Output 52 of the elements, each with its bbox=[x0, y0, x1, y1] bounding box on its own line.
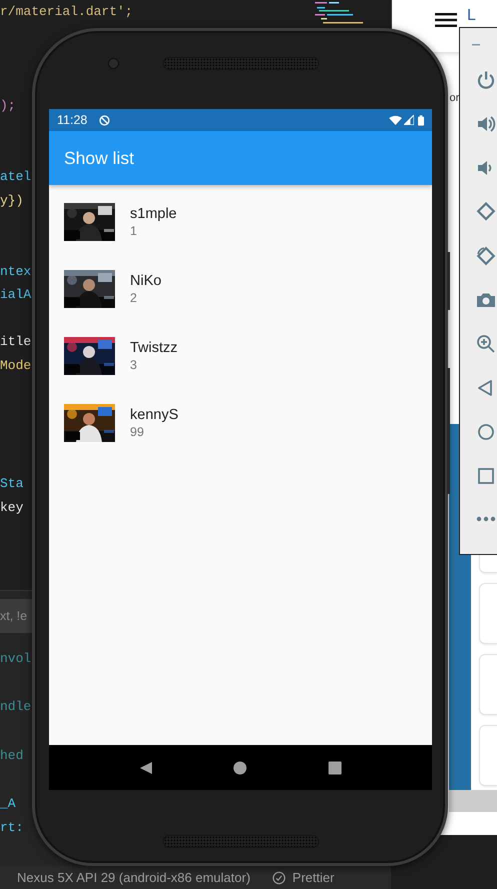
player-rank: 3 bbox=[130, 358, 138, 372]
code-line: ); bbox=[0, 97, 16, 116]
code-line: key bbox=[0, 498, 24, 516]
code-line: ialA bbox=[0, 286, 32, 304]
list-item[interactable]: s1mple 1 bbox=[49, 188, 432, 255]
code-line: _A bbox=[0, 795, 16, 814]
front-camera bbox=[108, 58, 119, 69]
code-line: ndle bbox=[0, 698, 32, 716]
clock: 11:28 bbox=[57, 113, 88, 127]
back-icon[interactable] bbox=[139, 760, 154, 774]
rotate-icon[interactable] bbox=[476, 246, 496, 266]
more-icon[interactable] bbox=[476, 516, 496, 522]
code-line: hed bbox=[0, 746, 24, 765]
menu-icon[interactable] bbox=[435, 13, 457, 27]
player-name: s1mple bbox=[130, 206, 177, 222]
list-item[interactable]: kennyS 99 bbox=[49, 389, 432, 456]
code-line: nvol bbox=[0, 650, 32, 668]
zoom-icon[interactable] bbox=[476, 334, 496, 354]
code-line: itle bbox=[0, 333, 32, 352]
overview-icon[interactable] bbox=[328, 760, 342, 774]
wifi-icon bbox=[389, 115, 402, 125]
app-title: Show list bbox=[64, 148, 134, 168]
code-line: ntex bbox=[0, 262, 32, 281]
battery-icon bbox=[418, 114, 424, 126]
overview-icon[interactable] bbox=[476, 466, 496, 486]
link[interactable]: L bbox=[467, 7, 476, 25]
list-item[interactable]: NiKo 2 bbox=[49, 255, 432, 322]
player-rank: 2 bbox=[130, 290, 138, 304]
check-circle-icon bbox=[272, 870, 286, 884]
code-line: atel bbox=[0, 168, 32, 186]
player-rank: 99 bbox=[130, 424, 145, 438]
volume-up-icon[interactable] bbox=[476, 114, 496, 134]
code-line: rt: bbox=[0, 819, 24, 838]
formatter-label[interactable]: Prettier bbox=[292, 870, 334, 885]
signal-icon bbox=[404, 115, 414, 125]
home-icon[interactable] bbox=[233, 760, 248, 774]
code-line: y}) bbox=[0, 192, 24, 210]
rotate-icon[interactable] bbox=[476, 202, 496, 222]
page-text: or bbox=[450, 92, 460, 104]
power-icon[interactable] bbox=[476, 70, 496, 90]
code-line: r/material.dart'; bbox=[0, 3, 133, 21]
code-line: Mode bbox=[0, 356, 32, 375]
player-name: kennyS bbox=[130, 406, 178, 422]
search-field[interactable]: xt, !e bbox=[0, 599, 32, 633]
device-label[interactable]: Nexus 5X API 29 (android-x86 emulator) bbox=[17, 870, 250, 885]
list-item[interactable]: Twistzz 3 bbox=[49, 322, 432, 389]
home-icon[interactable] bbox=[476, 422, 496, 442]
player-name: NiKo bbox=[130, 272, 162, 288]
code-line: Sta bbox=[0, 474, 24, 493]
player-name: Twistzz bbox=[130, 340, 178, 356]
player-rank: 1 bbox=[130, 224, 138, 238]
minimize-icon[interactable] bbox=[472, 44, 480, 46]
